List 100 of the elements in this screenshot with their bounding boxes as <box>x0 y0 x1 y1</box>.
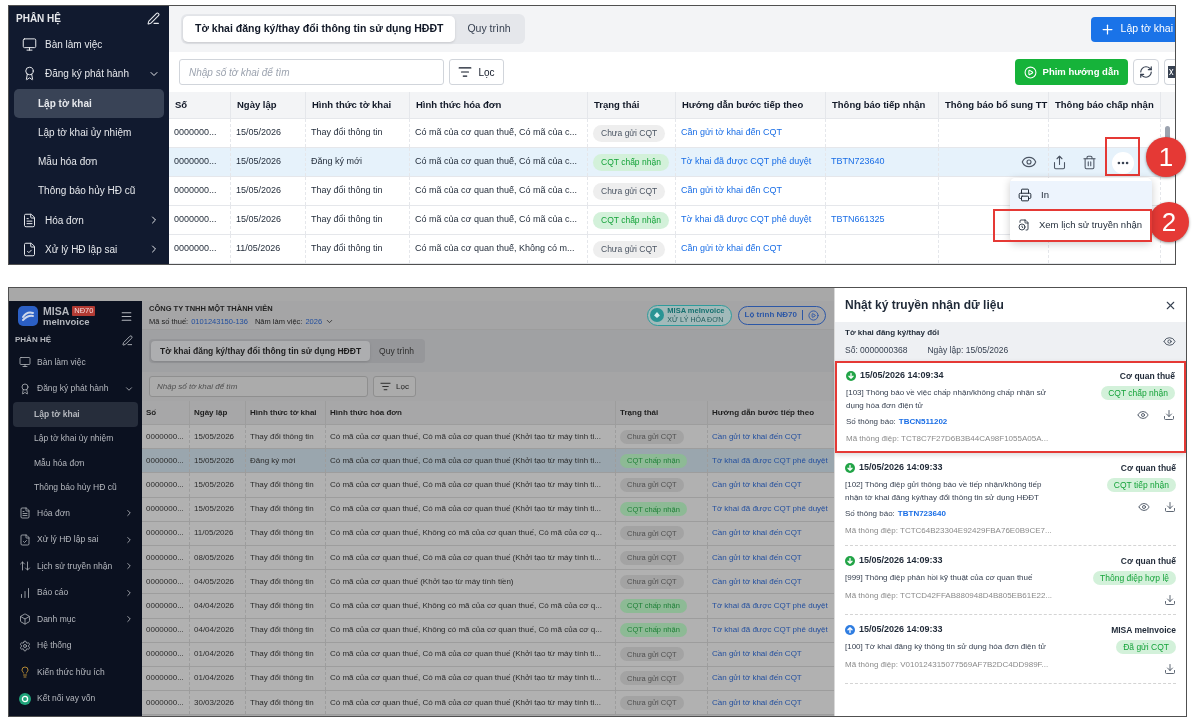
next-step-link[interactable]: Tờ khai đã được CQT phê duyệt <box>712 503 828 516</box>
next-step-link[interactable]: Cần gửi tờ khai đến CQT <box>712 527 802 540</box>
tab[interactable]: Tờ khai đăng ký/thay đổi thông tin sử dụng HĐĐT <box>151 341 371 361</box>
sidebar-item[interactable]: Bàn làm việc <box>9 349 142 376</box>
next-step-link[interactable]: Cần gửi tờ khai đến CQT <box>712 430 802 443</box>
sidebar-subitem[interactable]: Mẫu hóa đơn <box>14 147 164 177</box>
next-step-link[interactable]: Cần gửi tờ khai đến CQT <box>712 696 802 709</box>
sidebar-subitem[interactable]: Thông báo hủy HĐ cũ <box>14 176 164 206</box>
column-header: Ngày lập <box>231 92 306 118</box>
search-field[interactable]: Nhập số tờ khai để tìm <box>149 376 368 397</box>
next-step-link[interactable]: Cần gửi tờ khai đến CQT <box>681 242 782 256</box>
table-cell: 0000000... <box>169 148 231 176</box>
download-icon[interactable] <box>1164 663 1176 675</box>
next-step-link[interactable]: Cần gửi tờ khai đến CQT <box>712 648 802 661</box>
table-cell: Có mã của cơ quan thuế, Có mã của c... <box>410 177 588 205</box>
filter-button[interactable]: Lọc <box>373 376 416 397</box>
table-cell: 0000000... <box>142 666 190 691</box>
sidebar-subitem[interactable]: Thông báo hủy HĐ cũ <box>13 475 138 500</box>
table-cell: Đăng ký mới <box>306 148 410 176</box>
arrow-down-circle-icon <box>845 463 855 473</box>
menu-icon[interactable] <box>120 309 133 323</box>
refresh-button[interactable] <box>1133 59 1159 85</box>
sidebar-item[interactable]: Lịch sử truyền nhận <box>9 553 142 580</box>
sidebar-item[interactable]: Hóa đơn <box>9 205 169 235</box>
next-step-link[interactable]: Tờ khai đã được CQT phê duyệt <box>681 155 812 169</box>
sidebar-item[interactable]: Hệ thống <box>9 632 142 659</box>
table-cell: Có mã của cơ quan thuế, Không có mã của cơ quan thuế, Có mã của cơ q... <box>326 521 616 545</box>
sidebar-item[interactable]: Kiến thức hữu ích <box>9 659 142 686</box>
share-icon[interactable] <box>1052 154 1067 170</box>
tab[interactable]: Tờ khai đăng ký/thay đổi thông tin sử dụng HĐĐT <box>183 16 456 42</box>
notice-link[interactable]: TBTN723640 <box>897 508 946 520</box>
download-icon[interactable] <box>1164 594 1176 606</box>
eye-icon[interactable] <box>1138 501 1150 513</box>
notice-link[interactable]: TBTN661325 <box>831 213 885 227</box>
download-icon[interactable] <box>1163 409 1175 421</box>
table-cell: Thay đổi thông tin <box>246 521 326 545</box>
table-cell: 15/05/2026 <box>190 449 246 473</box>
filter-button[interactable]: Lọc <box>449 59 504 85</box>
tab[interactable]: Quy trình <box>370 341 424 361</box>
table-cell: 08/05/2026 <box>190 545 246 570</box>
eye-icon[interactable] <box>1137 409 1149 421</box>
table-cell: Có mã của cơ quan thuế, Không có mã của cơ quan thuế, Có mã của cơ q... <box>326 618 616 642</box>
document-check-icon <box>22 241 37 257</box>
sidebar-subitem[interactable]: Lập tờ khai <box>13 402 138 427</box>
filter-icon <box>458 65 473 79</box>
more-button[interactable] <box>1112 151 1134 174</box>
next-step-link[interactable]: Cần gửi tờ khai đến CQT <box>712 672 802 685</box>
sidebar-item[interactable]: Đăng ký phát hành <box>9 59 169 89</box>
next-step-link[interactable]: Cần gửi tờ khai đến CQT <box>681 126 782 140</box>
round-emblem-icon <box>19 692 31 705</box>
table-cell: Thay đổi thông tin <box>246 666 326 691</box>
trash-icon[interactable] <box>1082 154 1097 170</box>
table-cell: Có mã của cơ quan thuế, Không có mã của cơ quan thuế, Có mã của cơ q... <box>326 594 616 618</box>
next-step-link[interactable]: Cần gửi tờ khai đến CQT <box>681 184 782 198</box>
next-step-link[interactable]: Cần gửi tờ khai đến CQT <box>712 551 802 564</box>
table-cell: Thay đổi thông tin <box>246 425 326 449</box>
sidebar-item[interactable]: Xử lý HĐ lập sai <box>9 526 142 553</box>
sidebar-subitem[interactable]: Lập tờ khai ủy nhiệm <box>13 426 138 451</box>
notice-label: Số thông báo: <box>845 508 895 520</box>
next-step-link[interactable]: Tờ khai đã được CQT phê duyệt <box>712 624 828 637</box>
table-cell: Thay đổi thông tin <box>246 618 326 642</box>
next-step-link[interactable]: Tờ khai đã được CQT phê duyệt <box>712 599 828 612</box>
notice-link[interactable]: TBTN723640 <box>831 155 885 169</box>
sidebar-item[interactable]: Đăng ký phát hành <box>9 375 142 402</box>
next-step-link[interactable]: Cần gửi tờ khai đến CQT <box>712 478 802 491</box>
table-cell: Thay đổi thông tin <box>246 570 326 594</box>
monitor-icon <box>19 356 31 369</box>
table-cell: 15/05/2026 <box>190 425 246 449</box>
status-tag: Chưa gửi CQT <box>593 182 666 200</box>
column-header: Ngày lập <box>190 401 246 424</box>
sidebar-item[interactable]: Xử lý HĐ lập sai <box>9 234 169 264</box>
arrow-up-circle-icon <box>845 625 855 635</box>
eye-icon[interactable] <box>1021 154 1037 170</box>
sidebar-subitem[interactable]: Lập tờ khai <box>14 88 164 118</box>
table-cell: Thay đổi thông tin <box>306 119 410 147</box>
sidebar-item[interactable]: Báo cáo <box>9 579 142 606</box>
eye-icon[interactable] <box>1163 335 1176 348</box>
download-icon[interactable] <box>1164 501 1176 513</box>
sidebar-subitem[interactable]: Mẫu hóa đơn <box>13 451 138 476</box>
log-source: Cơ quan thuế <box>1120 461 1176 475</box>
sidebar-item[interactable]: Hóa đơn <box>9 500 142 527</box>
next-step-link[interactable]: Cần gửi tờ khai đến CQT <box>712 575 802 588</box>
sidebar-item[interactable]: Kết nối vay vốn <box>9 685 142 712</box>
log-message: [999] Thông điệp phản hồi kỹ thuật của cơ quan thuế <box>845 572 1034 584</box>
table-cell: 11/05/2026 <box>190 521 246 545</box>
sidebar-item[interactable]: Bàn làm việc <box>9 30 169 60</box>
table-row[interactable]: 0000000... 11/05/2026 Thay đổi thông tin Có mã của cơ quan thuế, Không có m... Chưa gửi CQT Cần gửi tờ khai đến CQT <box>169 235 1175 264</box>
pencil-icon[interactable] <box>122 334 133 346</box>
next-step-link[interactable]: Tờ khai đã được CQT phê duyệt <box>681 213 812 227</box>
column-header: Thông báo bổ sung TT <box>939 92 1049 118</box>
round-logo-icon <box>650 308 665 322</box>
table-cell: Có mã của cơ quan thuế, Có mã của cơ quan thuế (Khởi tạo từ máy tính ti... <box>326 545 616 570</box>
status-tag: CQT chấp nhận <box>1101 386 1175 400</box>
sidebar-item[interactable]: Danh mục <box>9 606 142 633</box>
menu-item[interactable]: In <box>1010 181 1152 209</box>
sidebar-subitem[interactable]: Lập tờ khai ủy nhiệm <box>14 117 164 147</box>
create-button[interactable]: Lập tờ khai <box>1090 16 1175 42</box>
notice-link[interactable]: TBCN511202 <box>898 416 948 428</box>
excel-button[interactable] <box>1164 59 1175 85</box>
tab[interactable]: Quy trình <box>455 16 523 42</box>
